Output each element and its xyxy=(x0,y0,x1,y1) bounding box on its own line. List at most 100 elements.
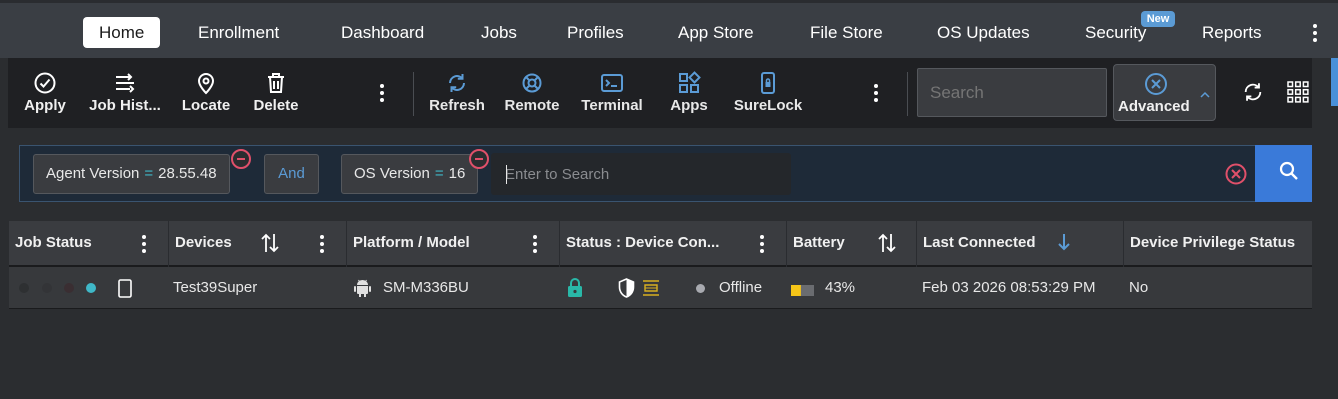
surelock-button[interactable]: SureLock xyxy=(732,58,804,128)
sim-card-icon xyxy=(642,280,660,301)
refresh-icon xyxy=(445,71,469,95)
column-header-devices[interactable]: Devices xyxy=(169,221,347,267)
close-circle-icon xyxy=(1144,72,1168,101)
column-label: Status : Device Con... xyxy=(566,234,720,251)
nav-file-store[interactable]: File Store xyxy=(810,17,883,48)
advanced-filter-bar: Agent Version = 28.55.48 And OS Version = 16 xyxy=(19,145,1323,202)
chip-value: 16 xyxy=(448,165,466,182)
nav-app-store[interactable]: App Store xyxy=(678,17,754,48)
vertical-scrollbar[interactable] xyxy=(1312,58,1338,399)
sync-icon[interactable] xyxy=(1242,81,1264,108)
nav-os-updates[interactable]: OS Updates xyxy=(937,17,1030,48)
column-header-job-status[interactable]: Job Status xyxy=(9,221,169,267)
list-arrow-icon xyxy=(113,71,137,95)
job-status-dot xyxy=(86,283,96,293)
advanced-search-button[interactable]: Advanced xyxy=(1113,64,1216,121)
nav-profiles[interactable]: Profiles xyxy=(567,17,624,48)
nav-more-icon[interactable] xyxy=(1305,21,1325,45)
job-status-dot xyxy=(19,283,29,293)
column-header-status[interactable]: Status : Device Con... xyxy=(560,221,787,267)
column-label: Device Privilege Status xyxy=(1130,234,1296,251)
nav-dashboard[interactable]: Dashboard xyxy=(341,17,424,48)
trash-icon xyxy=(264,71,288,95)
table-row[interactable]: Test39Super SM-M336BU Offline 43% Feb 03… xyxy=(9,267,1312,309)
device-search-input[interactable] xyxy=(917,68,1107,117)
terminal-label: Terminal xyxy=(581,97,643,114)
chip-field: Agent Version xyxy=(46,165,140,182)
toolbar: Apply Job Hist... Locate Delete Refresh … xyxy=(8,58,1326,128)
clear-filter-icon[interactable] xyxy=(1225,163,1247,190)
remove-chip-icon[interactable] xyxy=(231,149,251,169)
chip-operator: = xyxy=(434,165,444,182)
terminal-button[interactable]: Terminal xyxy=(578,58,646,128)
column-menu-icon[interactable] xyxy=(139,233,149,255)
device-name[interactable]: Test39Super xyxy=(173,267,257,309)
shield-icon xyxy=(618,278,635,303)
phone-icon xyxy=(118,279,132,303)
surelock-label: SureLock xyxy=(733,97,803,114)
connection-status: Offline xyxy=(719,279,763,296)
scrollbar-thumb[interactable] xyxy=(1331,58,1338,106)
job-history-button[interactable]: Job Hist... xyxy=(86,58,164,128)
nav-security[interactable]: Security xyxy=(1085,17,1146,48)
chip-field: OS Version xyxy=(354,165,430,182)
apply-label: Apply xyxy=(24,97,66,114)
top-navigation: Home Enrollment Dashboard Jobs Profiles … xyxy=(0,0,1338,58)
column-header-last-connected[interactable]: Last Connected xyxy=(917,221,1124,267)
grid-view-icon[interactable] xyxy=(1287,81,1309,108)
remote-button[interactable]: Remote xyxy=(502,58,562,128)
terminal-icon xyxy=(600,71,624,95)
locate-button[interactable]: Locate xyxy=(178,58,234,128)
apply-button[interactable]: Apply xyxy=(20,58,70,128)
delete-button[interactable]: Delete xyxy=(250,58,302,128)
apps-grid-icon xyxy=(677,71,701,95)
new-badge: New xyxy=(1141,11,1175,27)
column-label: Job Status xyxy=(15,234,92,251)
nav-home[interactable]: Home xyxy=(83,17,161,48)
column-menu-icon[interactable] xyxy=(530,233,540,255)
refresh-button[interactable]: Refresh xyxy=(426,58,488,128)
join-operator-button[interactable]: And xyxy=(264,154,319,194)
column-header-battery[interactable]: Battery xyxy=(787,221,917,267)
apps-button[interactable]: Apps xyxy=(668,58,710,128)
device-grid: Job Status Devices Platform / Model Stat… xyxy=(9,221,1312,399)
sort-icon[interactable] xyxy=(878,232,896,259)
location-pin-icon xyxy=(194,71,218,95)
connection-status-dot xyxy=(696,284,705,293)
lifebuoy-icon xyxy=(520,71,544,95)
column-label: Devices xyxy=(175,234,232,251)
toolbar-more-icon[interactable] xyxy=(376,82,388,104)
column-label: Platform / Model xyxy=(353,234,470,251)
lock-icon xyxy=(567,278,583,303)
search-icon xyxy=(1279,161,1299,186)
column-header-platform-model[interactable]: Platform / Model xyxy=(347,221,560,267)
text-cursor xyxy=(506,165,507,184)
device-privilege: No xyxy=(1129,279,1149,296)
chevron-up-icon xyxy=(1199,87,1211,105)
toolbar-more-2-icon[interactable] xyxy=(870,82,882,104)
advanced-label: Advanced xyxy=(1118,98,1190,115)
chip-operator: = xyxy=(144,165,154,182)
check-circle-icon xyxy=(33,71,57,95)
filter-chip-agent-version[interactable]: Agent Version = 28.55.48 xyxy=(33,154,230,194)
android-icon xyxy=(354,279,371,303)
nav-reports[interactable]: Reports xyxy=(1202,17,1262,48)
filter-chip-os-version[interactable]: OS Version = 16 xyxy=(341,154,479,194)
filter-search-input[interactable] xyxy=(491,153,791,195)
nav-enrollment[interactable]: Enrollment xyxy=(198,17,279,48)
sort-descending-icon[interactable] xyxy=(1057,233,1071,256)
delete-label: Delete xyxy=(253,97,299,114)
apps-label: Apps xyxy=(670,97,708,114)
job-status-dot xyxy=(64,283,74,293)
toolbar-divider xyxy=(413,72,414,116)
sort-icon[interactable] xyxy=(261,232,279,259)
column-header-device-privilege[interactable]: Device Privilege Status xyxy=(1124,221,1312,267)
nav-jobs[interactable]: Jobs xyxy=(481,17,517,48)
column-menu-icon[interactable] xyxy=(757,233,767,255)
remove-chip-icon[interactable] xyxy=(469,149,489,169)
column-label: Battery xyxy=(793,234,845,251)
device-model: SM-M336BU xyxy=(383,279,469,296)
chip-value: 28.55.48 xyxy=(158,165,217,182)
column-menu-icon[interactable] xyxy=(317,233,327,255)
refresh-label: Refresh xyxy=(429,97,485,114)
